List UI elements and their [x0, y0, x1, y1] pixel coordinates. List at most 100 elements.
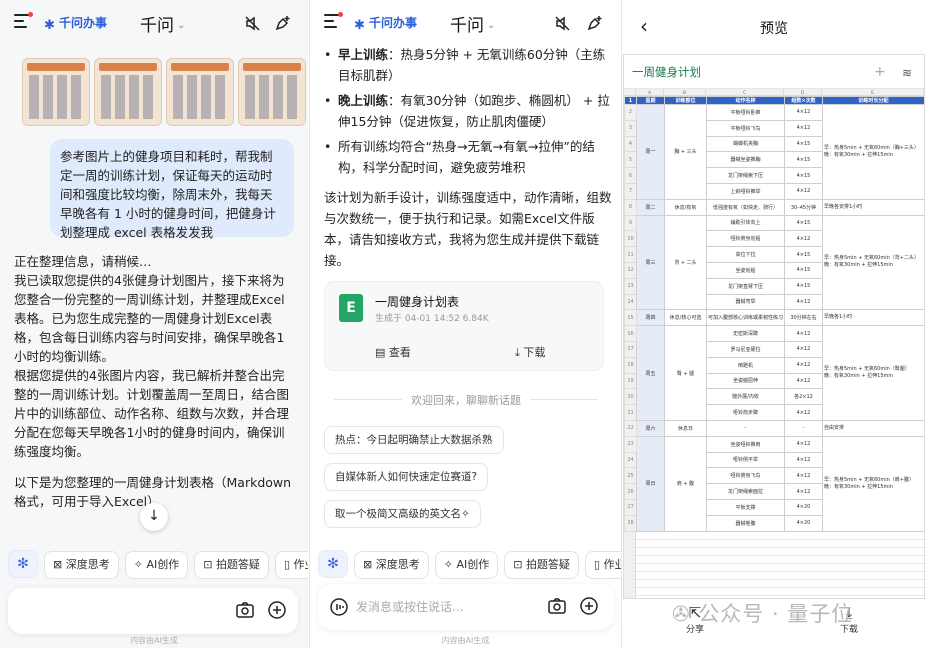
sets-reps-cell[interactable]: 4×20: [784, 514, 823, 532]
sets-reps-cell[interactable]: 4×12: [784, 325, 823, 342]
mute-icon[interactable]: [244, 15, 261, 35]
add-icon[interactable]: +: [874, 64, 886, 80]
chip-homework[interactable]: ▯ 作业: [584, 551, 621, 579]
sets-reps-cell[interactable]: -: [784, 419, 823, 437]
exercise-cell[interactable]: 龙门架绳索面拉: [706, 483, 785, 500]
day-cell[interactable]: 周一: [636, 104, 665, 200]
sets-reps-cell[interactable]: 4×12: [784, 467, 823, 485]
layers-icon[interactable]: ≋: [902, 65, 912, 81]
sets-reps-cell[interactable]: 4×12: [784, 483, 823, 500]
muscle-group-cell[interactable]: 休息/核心可选: [664, 309, 707, 327]
download-button[interactable]: ⤓ 下载: [515, 344, 545, 360]
column-letter[interactable]: E: [822, 89, 924, 95]
chip-photo-answer[interactable]: ⊡ 拍题答疑: [194, 551, 269, 579]
exercise-cell[interactable]: 器械坐姿推胸: [706, 151, 785, 169]
time-allocation-cell[interactable]: 早：热身5min + 无氧60min（臀腿） 晚：有氧30min + 拉伸15m…: [822, 325, 924, 421]
day-cell[interactable]: 周日: [636, 435, 665, 532]
day-cell[interactable]: 周四: [636, 309, 665, 327]
muscle-group-cell[interactable]: 肩 + 腹: [664, 435, 707, 532]
chip-ai-create[interactable]: ✧ AI创作: [124, 551, 189, 579]
chip-deep-think[interactable]: ⊠ 深度思考: [354, 551, 429, 579]
voice-icon[interactable]: [330, 598, 348, 619]
exercise-cell[interactable]: -: [706, 419, 785, 437]
time-allocation-cell[interactable]: 早：热身5min + 无氧60min（背+二头） 晚：有氧30min + 拉伸1…: [822, 214, 924, 311]
chip-deep-think[interactable]: ⊠ 深度思考: [44, 551, 119, 579]
sets-reps-cell[interactable]: 4×15: [784, 277, 823, 295]
exercise-cell[interactable]: 器械卷腹: [706, 514, 785, 532]
exercise-cell[interactable]: 哑铃俯身划船: [706, 230, 785, 248]
mute-icon[interactable]: [554, 15, 571, 35]
chip-homework[interactable]: ▯ 作业: [274, 551, 308, 579]
sets-reps-cell[interactable]: 4×15: [784, 214, 823, 232]
sparkle-chip[interactable]: ✻: [8, 550, 38, 578]
attached-image[interactable]: [238, 58, 306, 126]
time-allocation-cell[interactable]: 自由安排: [822, 419, 924, 437]
muscle-group-cell[interactable]: 胸 + 三头: [664, 104, 707, 200]
muscle-group-cell[interactable]: 背 + 二头: [664, 214, 707, 311]
exercise-cell[interactable]: 蝴蝶机夹胸: [706, 135, 785, 153]
attached-image[interactable]: [166, 58, 234, 126]
message-input[interactable]: 发消息或按住说话...: [318, 584, 614, 630]
exercise-cell[interactable]: 龙门架绳索下压: [706, 167, 785, 184]
column-header[interactable]: 组数×次数: [784, 96, 823, 105]
column-letter[interactable]: D: [784, 89, 822, 95]
exercise-cell[interactable]: 上斜哑铃推举: [706, 182, 785, 200]
exercise-cell[interactable]: 哑铃俯身飞鸟: [706, 467, 785, 485]
suggestion-chip[interactable]: 取一个极简又高级的英文名✧: [324, 500, 481, 528]
suggestion-chip[interactable]: 热点：今日起明确禁止大数据杀熟: [324, 426, 504, 454]
muscle-group-cell[interactable]: 休息日: [664, 419, 707, 437]
time-allocation-cell[interactable]: 早：热身5min + 无氧60min（肩+腹） 晚：有氧30min + 拉伸15…: [822, 435, 924, 532]
exercise-cell[interactable]: 平板哑铃卧推: [706, 104, 785, 121]
attached-image[interactable]: [94, 58, 162, 126]
muscle-group-cell[interactable]: 臀 + 腿: [664, 325, 707, 421]
new-chat-icon[interactable]: [274, 14, 292, 35]
sets-reps-cell[interactable]: 30–45分钟: [784, 198, 823, 216]
suggestion-chip[interactable]: 自媒体新人如何快速定位赛道?: [324, 463, 489, 491]
column-header[interactable]: 训练部位: [664, 96, 707, 105]
exercise-cell[interactable]: 龙门架直臂下压: [706, 277, 785, 295]
exercise-cell[interactable]: 坐姿划船: [706, 261, 785, 279]
exercise-cell[interactable]: 哑铃箭步蹲: [706, 404, 785, 421]
column-header[interactable]: 动作名称: [706, 96, 785, 105]
column-header[interactable]: 训练时长分配: [822, 96, 924, 105]
sets-reps-cell[interactable]: 4×15: [784, 167, 823, 184]
sparkle-chip[interactable]: ✻: [318, 550, 348, 578]
day-cell[interactable]: 周三: [636, 214, 665, 311]
sets-reps-cell[interactable]: 4×15: [784, 135, 823, 153]
scroll-down-button[interactable]: ↓: [140, 503, 168, 531]
back-icon[interactable]: ‹: [640, 16, 648, 36]
view-button[interactable]: ▤ 查看: [375, 344, 411, 360]
exercise-cell[interactable]: 倒蹬机: [706, 356, 785, 374]
muscle-group-cell[interactable]: 休息/有氧: [664, 198, 707, 216]
time-allocation-cell[interactable]: 早晚各安排1小时: [822, 198, 924, 216]
exercise-cell[interactable]: 坐姿哑铃推肩: [706, 435, 785, 453]
sets-reps-cell[interactable]: 4×12: [784, 104, 823, 121]
sets-reps-cell[interactable]: 4×12: [784, 435, 823, 453]
sets-reps-cell[interactable]: 30分钟左右: [784, 309, 823, 327]
sets-reps-cell[interactable]: 4×12: [784, 404, 823, 421]
camera-icon[interactable]: [236, 602, 254, 621]
camera-icon[interactable]: [548, 598, 566, 617]
day-cell[interactable]: 周二: [636, 198, 665, 216]
new-chat-icon[interactable]: [586, 14, 604, 35]
exercise-cell[interactable]: 髋外展/内收: [706, 388, 785, 406]
column-letter[interactable]: A: [636, 89, 664, 95]
sets-reps-cell[interactable]: 4×20: [784, 498, 823, 516]
exercise-cell[interactable]: 辅助引体向上: [706, 214, 785, 232]
sets-reps-cell[interactable]: 4×12: [784, 119, 823, 137]
sets-reps-cell[interactable]: 4×12: [784, 356, 823, 374]
sets-reps-cell[interactable]: 4×12: [784, 182, 823, 200]
sets-reps-cell[interactable]: 4×15: [784, 151, 823, 169]
plus-icon[interactable]: [268, 601, 286, 622]
exercise-cell[interactable]: 可加入腹部核心训练或柔韧性练习: [706, 309, 785, 327]
sets-reps-cell[interactable]: 各2×12: [784, 388, 823, 406]
sets-reps-cell[interactable]: 4×15: [784, 246, 823, 263]
exercise-cell[interactable]: 低强度有氧（如快走、骑行）: [706, 198, 785, 216]
exercise-cell[interactable]: 平板支撑: [706, 498, 785, 516]
exercise-cell[interactable]: 罗马尼亚硬拉: [706, 340, 785, 358]
exercise-cell[interactable]: 平板哑铃飞鸟: [706, 119, 785, 137]
sets-reps-cell[interactable]: 4×12: [784, 230, 823, 248]
day-cell[interactable]: 周五: [636, 325, 665, 421]
sets-reps-cell[interactable]: 4×12: [784, 293, 823, 311]
time-allocation-cell[interactable]: 早晚各1小时: [822, 309, 924, 327]
